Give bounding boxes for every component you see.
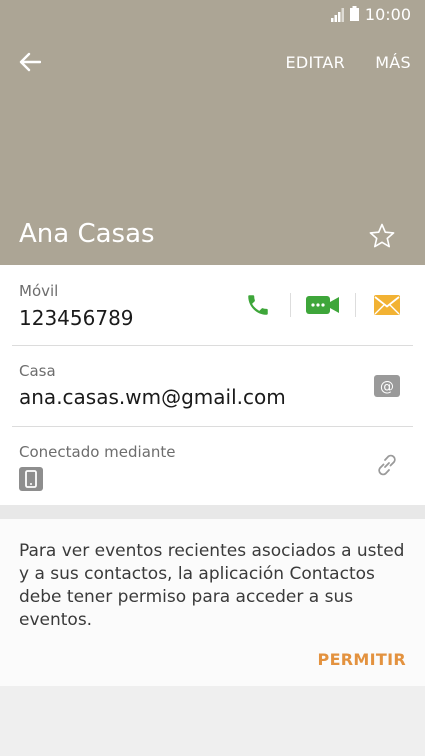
linked-label: Conectado mediante xyxy=(19,443,176,461)
status-bar: 10:00 xyxy=(0,0,425,30)
section-gap xyxy=(0,505,425,519)
separator xyxy=(290,293,291,317)
edit-button[interactable]: EDITAR xyxy=(285,53,345,72)
email-label: Casa xyxy=(19,362,56,380)
email-row[interactable]: Casa ana.casas.wm@gmail.com @ xyxy=(0,346,425,426)
allow-button[interactable]: PERMITIR xyxy=(318,650,406,669)
linked-row: Conectado mediante xyxy=(0,427,425,505)
video-call-icon[interactable] xyxy=(306,294,340,316)
back-button[interactable] xyxy=(14,48,46,76)
more-button[interactable]: MÁS xyxy=(375,53,411,72)
separator xyxy=(355,293,356,317)
arrow-left-icon xyxy=(19,52,41,72)
call-icon[interactable] xyxy=(245,292,271,318)
svg-text:@: @ xyxy=(380,379,394,395)
contact-header: 10:00 EDITAR MÁS Ana Casas xyxy=(0,0,425,265)
email-address: ana.casas.wm@gmail.com xyxy=(19,385,286,409)
permission-message: Para ver eventos recientes asociados a u… xyxy=(19,541,405,630)
signal-icon xyxy=(331,8,344,22)
contact-name: Ana Casas xyxy=(19,219,155,249)
battery-icon xyxy=(350,6,359,21)
phone-number: 123456789 xyxy=(19,306,134,330)
email-icon[interactable]: @ xyxy=(374,375,400,397)
permission-card: Para ver eventos recientes asociados a u… xyxy=(0,519,425,686)
phone-label: Móvil xyxy=(19,282,59,300)
link-icon[interactable] xyxy=(374,452,400,478)
device-icon xyxy=(19,467,43,491)
star-outline-icon[interactable] xyxy=(368,222,396,250)
phone-row[interactable]: Móvil 123456789 xyxy=(0,265,425,345)
contact-details-card: Móvil 123456789 Casa ana.casas.wm@gmail.… xyxy=(0,265,425,505)
message-icon[interactable] xyxy=(373,294,401,316)
status-time: 10:00 xyxy=(364,5,411,24)
